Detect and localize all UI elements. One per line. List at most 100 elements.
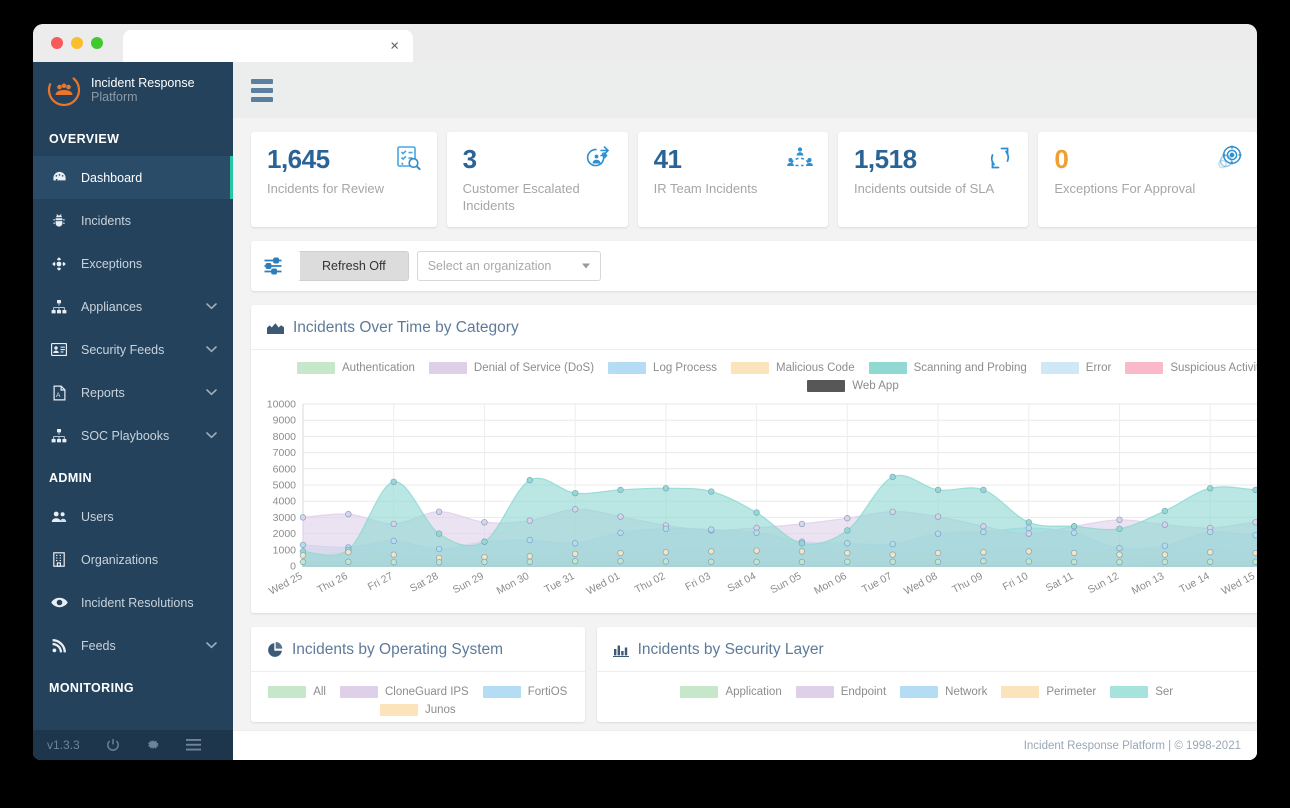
chevron-down-icon[interactable]: [206, 642, 217, 649]
hamburger-icon[interactable]: [251, 78, 273, 102]
area-chart: 0 1000 2000 3000 4000 5000 6000 7000 8000 9000 100…: [251, 398, 1257, 613]
refresh-toggle-button[interactable]: Refresh Off: [297, 250, 409, 281]
gear-icon[interactable]: [146, 738, 160, 752]
sidebar-item-reports[interactable]: A Reports: [33, 371, 233, 414]
legend-item[interactable]: Scanning and Probing: [868, 361, 1027, 374]
sidebar-item-label: Organizations: [81, 552, 159, 567]
hamburger-icon[interactable]: [185, 739, 201, 751]
legend-label: Error: [1085, 361, 1112, 374]
sidebar-section-admin: ADMIN: [49, 471, 92, 485]
legend-item[interactable]: Authentication: [297, 361, 415, 374]
legend-item[interactable]: Application: [680, 685, 782, 698]
legend-label: Endpoint: [840, 685, 887, 698]
sidebar-item-incidents[interactable]: Incidents: [33, 199, 233, 242]
pie-chart-icon: [267, 641, 283, 658]
browser-window: × Incident Response Platform OVERVIEW Da…: [33, 24, 1257, 760]
x-axis-tick: Sat 04: [726, 570, 759, 595]
legend-item[interactable]: Endpoint: [795, 685, 887, 698]
legend-item[interactable]: FortiOS: [482, 685, 567, 698]
browser-tab[interactable]: ×: [123, 30, 413, 62]
bug-icon: [49, 213, 69, 228]
sidebar-item-exceptions[interactable]: Exceptions: [33, 242, 233, 285]
sidebar-item-appliances[interactable]: Appliances: [33, 285, 233, 328]
legend-item[interactable]: Junos: [379, 703, 456, 716]
x-axis-tick: Wed 01: [585, 570, 623, 598]
maximize-window-button[interactable]: [91, 37, 103, 49]
user-escalate-icon: [585, 144, 615, 177]
kpi-card-exceptions-for-approval[interactable]: 0 Exceptions For Approval: [1038, 132, 1257, 227]
file-pdf-icon: A: [49, 385, 69, 401]
legend-item[interactable]: CloneGuard IPS: [339, 685, 469, 698]
application-root: Incident Response Platform OVERVIEW Dash…: [33, 62, 1257, 760]
legend-item[interactable]: Ser: [1110, 685, 1173, 698]
legend-item[interactable]: Perimeter: [1001, 685, 1096, 698]
sidebar-item-users[interactable]: Users: [33, 495, 233, 538]
kpi-card-outside-sla[interactable]: 1,518 Incidents outside of SLA: [837, 132, 1029, 227]
x-axis-tick: Wed 25: [267, 570, 305, 598]
legend-swatch: [868, 361, 907, 374]
legend-swatch: [1040, 361, 1079, 374]
kpi-card-incidents-for-review[interactable]: 1,645 Incidents for Review: [251, 132, 437, 227]
kpi-card-customer-escalated[interactable]: 3 Customer Escalated Incidents: [446, 132, 628, 227]
team-network-icon: [785, 144, 815, 177]
x-axis-tick: Thu 26: [315, 570, 350, 596]
legend-item[interactable]: Log Process: [608, 361, 717, 374]
legend-swatch: [268, 685, 307, 698]
legend-swatch: [608, 361, 647, 374]
legend-item[interactable]: Error: [1040, 361, 1112, 374]
kpi-label: Exceptions For Approval: [1054, 181, 1196, 196]
speedometer-icon: [49, 170, 69, 185]
x-axis-tick: Sat 11: [1044, 570, 1076, 595]
panel-title: Incidents by Operating System: [292, 640, 504, 658]
expand-arrows-icon: [985, 144, 1015, 177]
legend-label: Junos: [424, 703, 456, 716]
sidebar-section-overview: OVERVIEW: [49, 132, 120, 146]
y-axis-tick: 2000: [273, 528, 297, 540]
legend-item[interactable]: Web App: [807, 379, 899, 392]
organization-select[interactable]: Select an organization: [416, 250, 601, 281]
sidebar-item-organizations[interactable]: Organizations: [33, 538, 233, 581]
sidebar-item-soc-playbooks[interactable]: SOC Playbooks: [33, 414, 233, 457]
kpi-card-ir-team-incidents[interactable]: 41 IR Team Incidents: [637, 132, 828, 227]
sidebar-item-incident-resolutions[interactable]: Incident Resolutions: [33, 581, 233, 624]
sidebar-item-label: Security Feeds: [81, 342, 165, 357]
legend-swatch: [339, 685, 378, 698]
legend-item[interactable]: Denial of Service (DoS): [428, 361, 594, 374]
legend-item[interactable]: Suspicious Activity: [1125, 361, 1257, 374]
legend-swatch: [795, 685, 834, 698]
legend-label: Malicious Code: [775, 361, 855, 374]
legend-label: Web App: [852, 379, 899, 392]
legend-item[interactable]: All: [268, 685, 326, 698]
x-axis-tick: Fri 03: [683, 570, 712, 593]
sidebar-item-label: Incidents: [81, 213, 132, 228]
x-axis-tick: Wed 15: [1220, 570, 1257, 598]
close-window-button[interactable]: [51, 37, 63, 49]
sidebar-item-security-feeds[interactable]: Security Feeds: [33, 328, 233, 371]
sidebar-item-dashboard[interactable]: Dashboard: [33, 156, 233, 199]
y-axis-tick: 1000: [273, 544, 297, 556]
sidebar-item-feeds[interactable]: Feeds: [33, 624, 233, 667]
close-icon[interactable]: ×: [390, 39, 399, 54]
chevron-down-icon[interactable]: [206, 346, 217, 353]
kpi-value: 0: [1054, 144, 1069, 174]
chevron-down-icon[interactable]: [206, 303, 217, 310]
x-axis-tick: Sat 28: [408, 570, 441, 595]
panel-incidents-by-security-layer: Incidents by Security Layer Application E…: [596, 626, 1257, 722]
sidebar-item-label: Exceptions: [81, 256, 143, 271]
chevron-down-icon[interactable]: [206, 432, 217, 439]
x-axis-tick: Sun 05: [768, 570, 803, 596]
brand[interactable]: Incident Response Platform: [33, 62, 233, 118]
legend-item[interactable]: Network: [900, 685, 987, 698]
minimize-window-button[interactable]: [71, 37, 83, 49]
diamond-arrows-icon: [49, 256, 69, 272]
panel-header: Incidents by Security Layer: [596, 627, 1257, 672]
legend-item[interactable]: Malicious Code: [730, 361, 855, 374]
sidebar-item-label: Users: [81, 509, 114, 524]
x-axis-tick: Tue 14: [1177, 570, 1211, 596]
kpi-row: 1,645 Incidents for Review 3 Customer Es…: [233, 118, 1257, 227]
sliders-icon[interactable]: [263, 256, 283, 276]
chevron-down-icon[interactable]: [206, 389, 217, 396]
power-icon[interactable]: [106, 738, 120, 752]
sidebar-item-label: Feeds: [81, 638, 116, 653]
layer-legend: Application Endpoint Network Perimeter Ser: [597, 672, 1257, 704]
